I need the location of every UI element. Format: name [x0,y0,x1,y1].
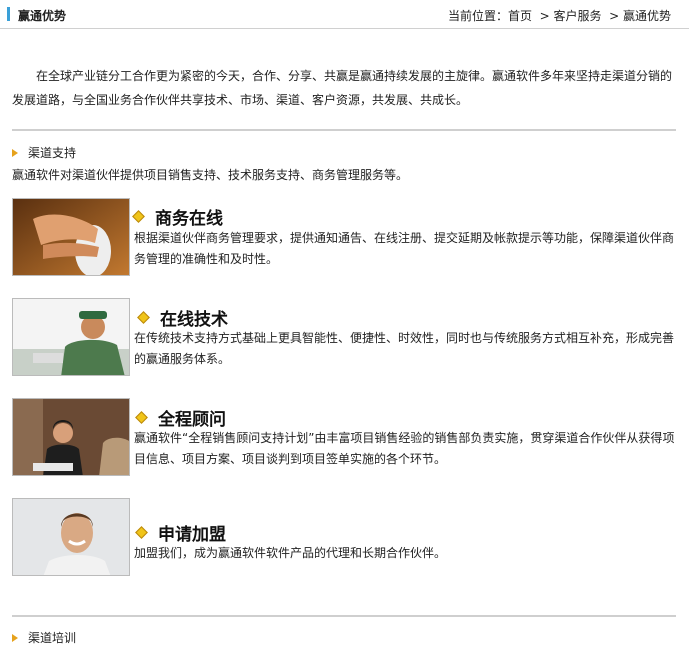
diamond-bullet-icon [137,311,150,324]
section-description: 赢通软件对渠道伙伴提供项目销售支持、技术服务支持、商务管理服务等。 [12,168,409,182]
breadcrumb: 当前位置：首页 > 客户服务 > 赢通优势 [448,7,671,24]
item-text-full-consultant: 赢通软件“全程销售顾问支持计划”由丰富项目销售经验的销售部负责实施，贯穿渠道合作… [134,431,675,466]
item-title-online-tech: 在线技术 [137,305,228,330]
photo-hand-mouse [12,198,130,276]
section-heading-channel-support: 渠道支持 [12,144,76,161]
page-header: 赢通优势 当前位置：首页 > 客户服务 > 赢通优势 [0,0,689,29]
section-heading-channel-training: 渠道培训 [12,629,76,646]
triangle-bullet-icon [12,633,18,642]
header-accent-bar [7,7,10,21]
divider-top [12,129,676,131]
breadcrumb-customer-service-link[interactable]: > 客户服务 [540,9,602,23]
item-text-apply-join: 加盟我们，成为赢通软件软件产品的代理和长期合作伙伴。 [134,546,447,560]
section-heading-label: 渠道支持 [28,146,77,160]
photo-smiling-man [12,498,130,576]
item-title-business-online: 商务在线 [132,204,223,229]
divider-bottom [12,615,676,617]
item-text-online-tech: 在传统技术支持方式基础上更具智能性、便捷性、时效性，同时也与传统服务方式相互补充… [134,331,675,366]
item-text-business-online: 根据渠道伙伴商务管理要求，提供通知通告、在线注册、提交延期及帐款提示等功能，保障… [134,231,675,266]
page-title: 赢通优势 [18,9,67,23]
item-title-full-consultant: 全程顾问 [135,405,226,430]
photo-consultant-meeting [12,398,130,476]
item-title-apply-join: 申请加盟 [135,520,226,545]
diamond-bullet-icon [135,411,148,424]
breadcrumb-prefix: 当前位置： [447,9,508,23]
diamond-bullet-icon [135,526,148,539]
breadcrumb-current-link[interactable]: > 赢通优势 [609,9,671,23]
photo-technician [12,298,130,376]
triangle-bullet-icon [12,148,18,157]
diamond-bullet-icon [132,210,145,223]
breadcrumb-home-link[interactable]: 首页 [508,9,532,23]
section-heading-label: 渠道培训 [28,631,77,645]
intro-paragraph: 在全球产业链分工合作更为紧密的今天，合作、分享、共赢是赢通持续发展的主旋律。赢通… [12,69,673,107]
